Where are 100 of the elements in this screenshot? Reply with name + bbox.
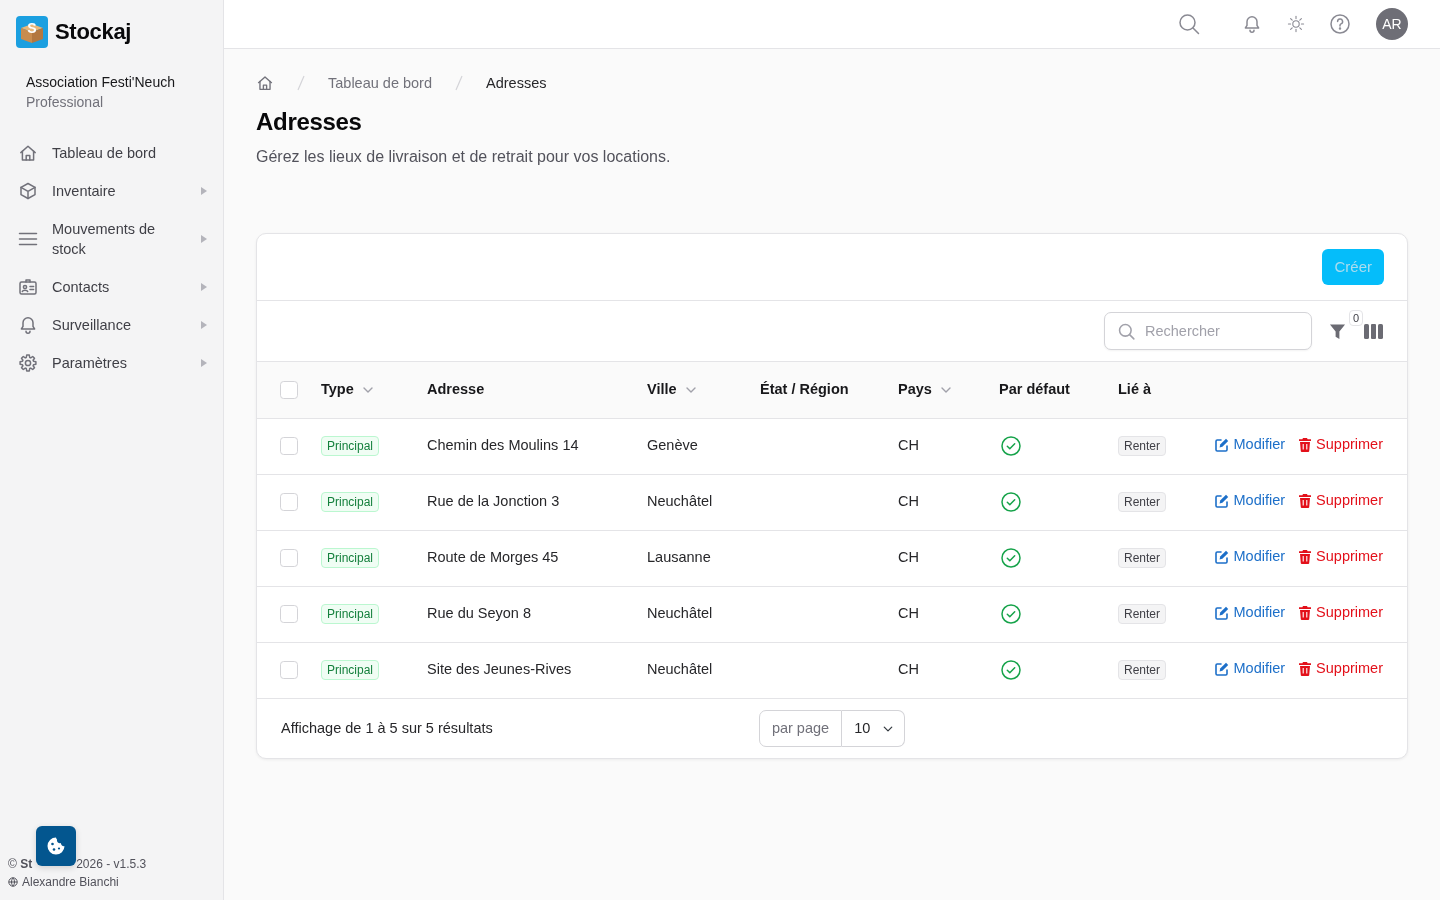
house-icon xyxy=(18,143,38,163)
delete-link[interactable]: Supprimer xyxy=(1299,657,1383,680)
type-tag: Principal xyxy=(321,660,380,681)
column-header[interactable]: Ville xyxy=(647,378,696,401)
version-text: 2026 - v1.5.3 xyxy=(76,856,147,873)
delete-link[interactable]: Supprimer xyxy=(1299,489,1383,512)
chevron-down-icon xyxy=(362,386,373,393)
trash-icon xyxy=(1299,661,1312,676)
column-header: Adresse xyxy=(427,380,485,397)
column-header: Lié à xyxy=(1118,380,1152,397)
edit-icon xyxy=(1214,549,1229,564)
gear-icon xyxy=(18,353,38,373)
user-avatar[interactable]: AR xyxy=(1376,8,1408,40)
sun-icon xyxy=(1287,15,1305,33)
page-description: Gérez les lieux de livraison et de retrait pour vos locations. xyxy=(256,147,672,167)
delete-link[interactable]: Supprimer xyxy=(1299,601,1383,624)
edit-icon xyxy=(1214,661,1229,676)
row-checkbox[interactable] xyxy=(280,549,298,567)
columns-button[interactable] xyxy=(1364,323,1383,339)
table-cell: Neuchâtel xyxy=(647,605,713,622)
table-cell: CH xyxy=(898,661,919,678)
home-link[interactable] xyxy=(256,74,274,92)
table-cell: CH xyxy=(898,605,919,622)
table-cell: Neuchâtel xyxy=(647,493,713,510)
filter-button[interactable] xyxy=(1329,322,1346,340)
linked-tag: Renter xyxy=(1118,492,1167,513)
bell-icon xyxy=(18,315,38,335)
table-cell: Lausanne xyxy=(647,549,711,566)
author-name: Alexandre Bianchi xyxy=(22,874,119,891)
caret-right-icon xyxy=(201,283,207,291)
type-tag: Principal xyxy=(321,548,380,569)
trash-icon xyxy=(1299,605,1312,620)
breadcrumb-link[interactable]: Tableau de bord xyxy=(328,73,432,93)
results-summary: Affichage de 1 à 5 sur 5 résultats xyxy=(281,718,494,738)
edit-link[interactable]: Modifier xyxy=(1214,489,1286,512)
search-icon xyxy=(1118,323,1135,340)
sidebar-item[interactable]: Inventaire xyxy=(52,181,180,201)
linked-tag: Renter xyxy=(1118,548,1167,569)
plan-label: Professional xyxy=(26,93,105,112)
sidebar-item[interactable]: Surveillance xyxy=(52,315,180,335)
table-cell: Genève xyxy=(647,437,698,454)
type-tag: Principal xyxy=(321,436,380,457)
app-logo: S xyxy=(16,16,48,48)
help-icon xyxy=(1330,14,1350,34)
delete-link[interactable]: Supprimer xyxy=(1299,545,1383,568)
edit-icon xyxy=(1214,437,1229,452)
chevron-down-icon xyxy=(685,386,696,393)
delete-link[interactable]: Supprimer xyxy=(1299,433,1383,456)
column-header: État / Région xyxy=(760,380,849,397)
sidebar-item[interactable]: Contacts xyxy=(52,277,180,297)
trash-icon xyxy=(1299,493,1312,508)
app-name: Stockaj xyxy=(55,18,132,46)
search-field[interactable]: Rechercher xyxy=(1104,312,1312,350)
edit-link[interactable]: Modifier xyxy=(1214,433,1286,456)
table-cell: Rue de la Jonction 3 xyxy=(427,493,560,510)
slash-icon xyxy=(455,75,463,91)
bell-icon xyxy=(1242,14,1262,34)
table-cell: Rue du Seyon 8 xyxy=(427,605,531,622)
row-checkbox[interactable] xyxy=(280,605,298,623)
edit-icon xyxy=(1214,605,1229,620)
organization-name: Association Festi'Neuch xyxy=(26,73,176,92)
select-all-checkbox[interactable] xyxy=(280,380,298,399)
trash-icon xyxy=(1299,437,1312,452)
cookie-button[interactable] xyxy=(36,826,76,866)
row-checkbox[interactable] xyxy=(280,661,298,680)
page-title: Adresses xyxy=(256,107,363,137)
table-cell: Site des Jeunes-Rives xyxy=(427,661,572,678)
cookie-icon xyxy=(46,836,66,856)
table-cell: Route de Morges 45 xyxy=(427,549,559,566)
sidebar-item[interactable]: Paramètres xyxy=(52,353,180,373)
caret-right-icon xyxy=(201,235,207,243)
table-cell: CH xyxy=(898,437,919,454)
table-cell: Chemin des Moulins 14 xyxy=(427,437,579,454)
cube-icon xyxy=(18,181,38,201)
edit-link[interactable]: Modifier xyxy=(1214,545,1286,568)
copyright-text: © St xyxy=(8,856,33,873)
linked-tag: Renter xyxy=(1118,604,1167,625)
edit-link[interactable]: Modifier xyxy=(1214,601,1286,624)
id-card-icon xyxy=(18,277,38,297)
globe-icon xyxy=(8,877,18,887)
caret-right-icon xyxy=(201,321,207,329)
per-page-select[interactable]: 10 xyxy=(842,710,906,747)
breadcrumb-link[interactable]: Adresses xyxy=(486,73,547,93)
columns-icon xyxy=(1364,323,1383,339)
row-checkbox[interactable] xyxy=(280,493,298,511)
linked-tag: Renter xyxy=(1118,660,1167,681)
house-icon xyxy=(256,74,274,92)
caret-right-icon xyxy=(201,359,207,367)
row-checkbox[interactable] xyxy=(280,437,298,455)
table-cell: CH xyxy=(898,493,919,510)
table-cell: CH xyxy=(898,549,919,566)
per-page-label: par page xyxy=(758,710,843,747)
trash-icon xyxy=(1299,549,1312,564)
search-icon xyxy=(1178,13,1200,35)
caret-right-icon xyxy=(201,187,207,195)
edit-icon xyxy=(1214,493,1229,508)
edit-link[interactable]: Modifier xyxy=(1214,657,1286,680)
sidebar-item[interactable]: Tableau de bord xyxy=(52,143,180,163)
table-cell: Neuchâtel xyxy=(647,661,713,678)
sidebar-item[interactable]: Mouvements de stock xyxy=(52,219,180,259)
